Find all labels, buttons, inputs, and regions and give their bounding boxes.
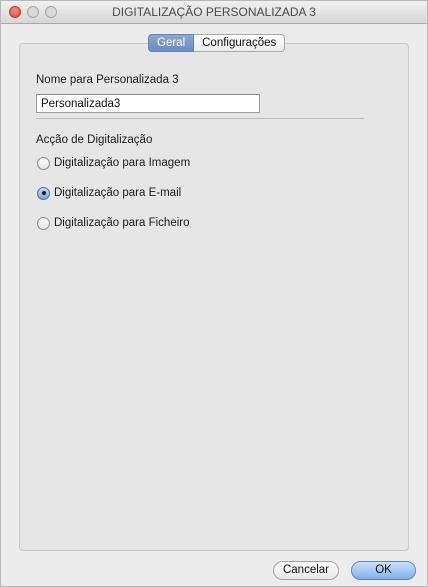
radio-button-icon[interactable]	[37, 156, 50, 170]
radio-label: Digitalização para Ficheiro	[54, 217, 190, 229]
cancel-button[interactable]: Cancelar	[273, 561, 339, 580]
ok-button[interactable]: OK	[351, 561, 416, 580]
tab-geral[interactable]: Geral	[148, 34, 195, 52]
tab-configuracoes[interactable]: Configurações	[194, 34, 286, 52]
radio-scan-to-file[interactable]: Digitalização para Ficheiro	[37, 215, 190, 231]
name-input[interactable]	[36, 94, 260, 113]
name-field-label: Nome para Personalizada 3	[36, 74, 179, 86]
radio-button-icon[interactable]	[37, 216, 50, 230]
window-title: DIGITALIZAÇÃO PERSONALIZADA 3	[112, 5, 316, 19]
radio-label: Digitalização para E-mail	[54, 187, 182, 199]
dialog-window: DIGITALIZAÇÃO PERSONALIZADA 3 Geral Conf…	[0, 0, 428, 587]
scan-action-label: Acção de Digitalização	[36, 134, 153, 146]
radio-button-selected-icon[interactable]	[37, 186, 50, 200]
radio-scan-to-email[interactable]: Digitalização para E-mail	[37, 185, 181, 201]
section-divider	[36, 118, 364, 119]
radio-scan-to-image[interactable]: Digitalização para Imagem	[37, 155, 190, 171]
tab-panel	[19, 43, 409, 551]
radio-label: Digitalização para Imagem	[54, 157, 191, 169]
title-bar: DIGITALIZAÇÃO PERSONALIZADA 3	[1, 1, 427, 24]
tab-bar: Geral Configurações	[148, 34, 286, 52]
